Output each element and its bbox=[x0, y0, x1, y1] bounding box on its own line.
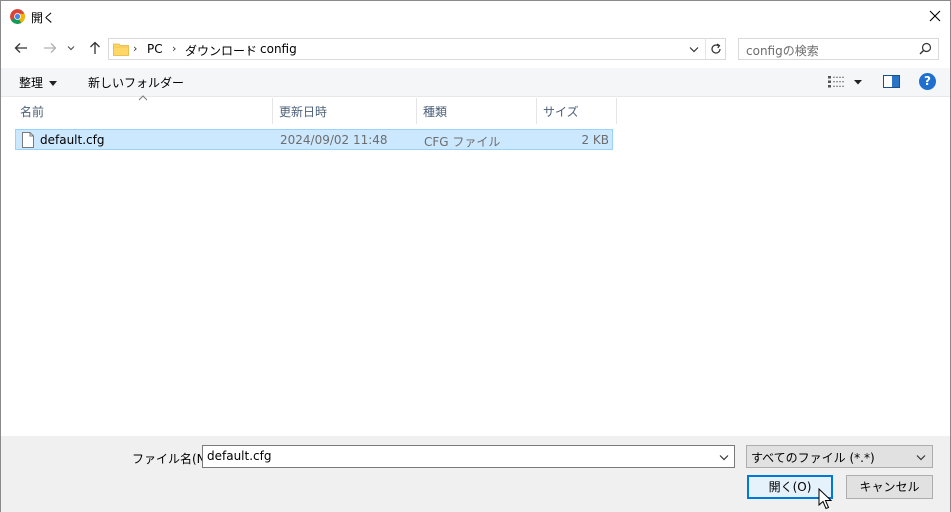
column-header-type[interactable]: 種類 bbox=[418, 98, 537, 124]
chevron-down-icon bbox=[689, 46, 699, 52]
refresh-button[interactable] bbox=[705, 39, 725, 59]
filetype-dropdown[interactable] bbox=[913, 447, 929, 467]
recent-locations-button[interactable] bbox=[64, 38, 78, 58]
cancel-button[interactable]: キャンセル bbox=[846, 475, 933, 499]
search-placeholder: configの検索 bbox=[746, 44, 819, 58]
forward-button[interactable] bbox=[40, 38, 60, 58]
new-folder-label: 新しいフォルダー bbox=[88, 76, 185, 90]
chrome-icon bbox=[10, 9, 25, 24]
filename-history-dropdown[interactable] bbox=[716, 447, 732, 467]
filename-input[interactable]: default.cfg bbox=[202, 445, 735, 468]
arrow-left-icon bbox=[14, 43, 27, 53]
file-row[interactable]: default.cfg 2024/09/02 11:48 CFG ファイル 2 … bbox=[15, 129, 613, 150]
address-bar[interactable]: › PC › ダウンロード › config bbox=[108, 38, 726, 60]
refresh-icon bbox=[710, 43, 721, 54]
open-file-dialog: 開く › PC › ダウンロード › config configの検索 整理 新… bbox=[0, 0, 951, 512]
organize-button[interactable]: 整理 bbox=[19, 74, 58, 91]
file-name: default.cfg bbox=[40, 133, 105, 147]
back-button[interactable] bbox=[11, 38, 31, 58]
arrow-up-icon bbox=[90, 41, 100, 54]
window-title: 開く bbox=[31, 11, 56, 25]
mouse-cursor-icon bbox=[818, 488, 833, 510]
new-folder-button[interactable]: 新しいフォルダー bbox=[88, 74, 184, 91]
column-header-name[interactable]: 名前 bbox=[15, 98, 273, 124]
preview-pane-icon bbox=[883, 75, 900, 88]
search-input[interactable]: configの検索 bbox=[738, 38, 939, 60]
column-header-label: 名前 bbox=[20, 105, 45, 119]
column-header-size[interactable]: サイズ bbox=[538, 98, 617, 124]
preview-pane-button[interactable] bbox=[883, 75, 900, 91]
file-modified: 2024/09/02 11:48 bbox=[280, 133, 388, 147]
arrow-right-icon bbox=[44, 43, 57, 53]
column-header-label: サイズ bbox=[543, 105, 579, 119]
up-button[interactable] bbox=[85, 38, 105, 58]
file-type: CFG ファイル bbox=[424, 135, 501, 149]
search-icon bbox=[919, 42, 932, 58]
address-dropdown-button[interactable] bbox=[685, 39, 703, 59]
column-header-label: 種類 bbox=[423, 105, 448, 119]
organize-label: 整理 bbox=[19, 76, 44, 90]
change-view-button[interactable] bbox=[827, 75, 865, 92]
breadcrumb-separator-icon: › bbox=[247, 42, 252, 55]
breadcrumb-separator-icon: › bbox=[133, 42, 138, 55]
column-header-label: 更新日時 bbox=[279, 105, 328, 119]
title-bar: 開く bbox=[1, 1, 950, 31]
breadcrumb-separator-icon: › bbox=[172, 42, 177, 55]
filetype-select[interactable]: すべてのファイル (*.*) bbox=[746, 445, 933, 468]
details-view-icon bbox=[828, 76, 862, 88]
help-button[interactable]: ? bbox=[919, 73, 936, 90]
navigation-bar: › PC › ダウンロード › config configの検索 bbox=[1, 32, 950, 66]
chevron-down-icon bbox=[719, 454, 729, 460]
breadcrumb-pc[interactable]: PC bbox=[147, 42, 163, 56]
file-icon bbox=[22, 132, 34, 151]
column-header-modified[interactable]: 更新日時 bbox=[274, 98, 417, 124]
help-icon: ? bbox=[924, 74, 931, 88]
dialog-footer: ファイル名(N): default.cfg すべてのファイル (*.*) 開く(… bbox=[1, 436, 950, 512]
chevron-down-icon bbox=[67, 46, 75, 51]
folder-icon bbox=[113, 42, 129, 59]
filetype-value: すべてのファイル (*.*) bbox=[751, 451, 875, 465]
close-button[interactable] bbox=[920, 1, 950, 31]
chevron-down-icon bbox=[916, 454, 926, 460]
close-icon bbox=[929, 10, 941, 22]
breadcrumb-config[interactable]: config bbox=[260, 42, 297, 56]
file-size: 2 KB bbox=[581, 133, 609, 147]
command-toolbar: 整理 新しいフォルダー ? bbox=[1, 68, 950, 97]
filename-value: default.cfg bbox=[207, 449, 272, 463]
caret-down-icon bbox=[49, 81, 58, 86]
